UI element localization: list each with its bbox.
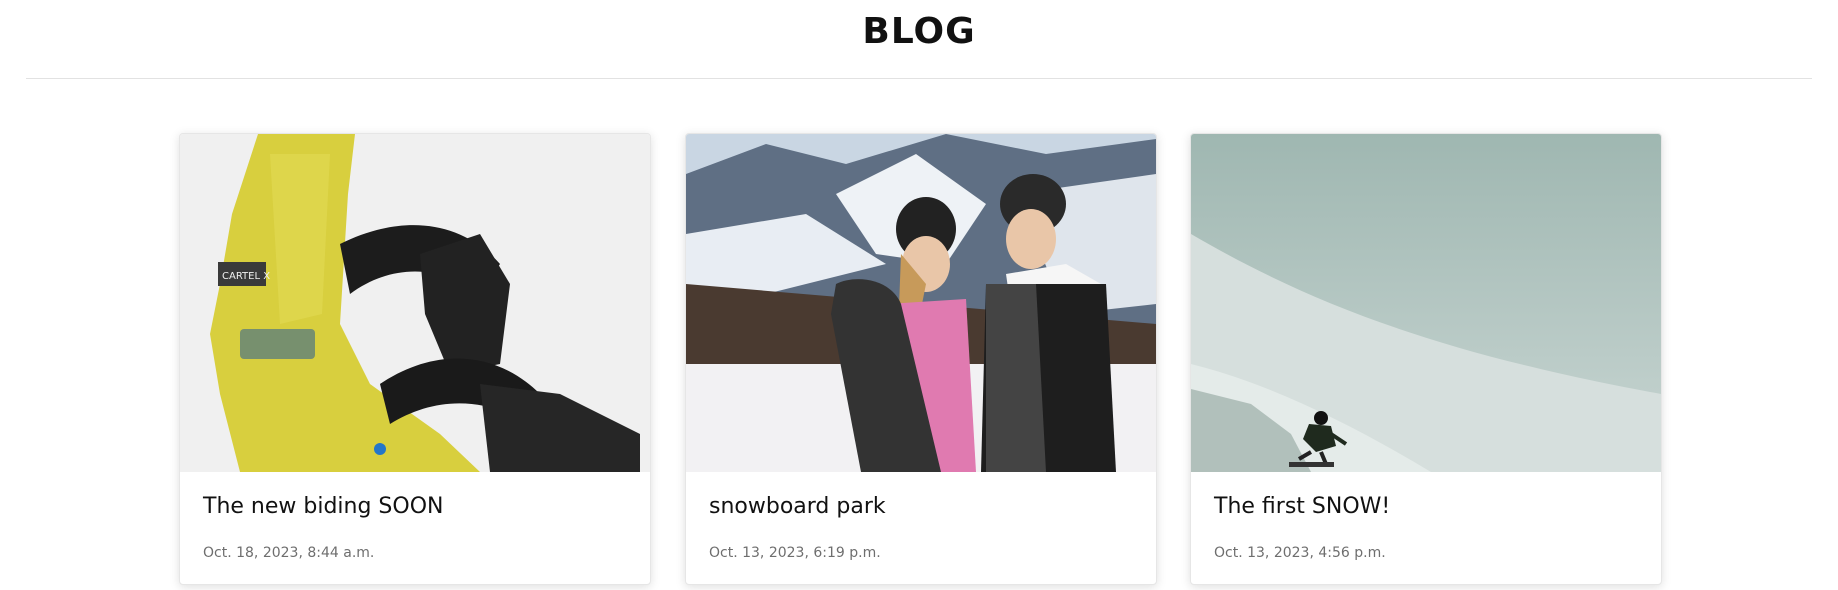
header-divider <box>26 78 1812 79</box>
blog-post-card[interactable]: CARTEL X The new biding SOON Oct. 18, 20… <box>179 133 651 585</box>
post-date: Oct. 13, 2023, 6:19 p.m. <box>709 545 881 561</box>
brand-label: CARTEL X <box>222 271 270 282</box>
post-date: Oct. 13, 2023, 4:56 p.m. <box>1214 545 1386 561</box>
post-title[interactable]: The first SNOW! <box>1214 492 1390 522</box>
post-image[interactable] <box>686 134 1156 472</box>
snowboard-binding-image: CARTEL X <box>180 134 650 472</box>
post-date: Oct. 18, 2023, 8:44 a.m. <box>203 545 375 561</box>
post-image[interactable] <box>1191 134 1661 472</box>
snowboarders-photo <box>686 134 1156 472</box>
blog-post-card[interactable]: snowboard park Oct. 13, 2023, 6:19 p.m. <box>685 133 1157 585</box>
post-title[interactable]: The new biding SOON <box>203 492 444 522</box>
snowy-slope-photo <box>1191 134 1661 472</box>
post-title[interactable]: snowboard park <box>709 492 886 522</box>
blog-post-card[interactable]: The first SNOW! Oct. 13, 2023, 4:56 p.m. <box>1190 133 1662 585</box>
page-title: BLOG <box>862 11 976 52</box>
post-image[interactable]: CARTEL X <box>180 134 650 472</box>
